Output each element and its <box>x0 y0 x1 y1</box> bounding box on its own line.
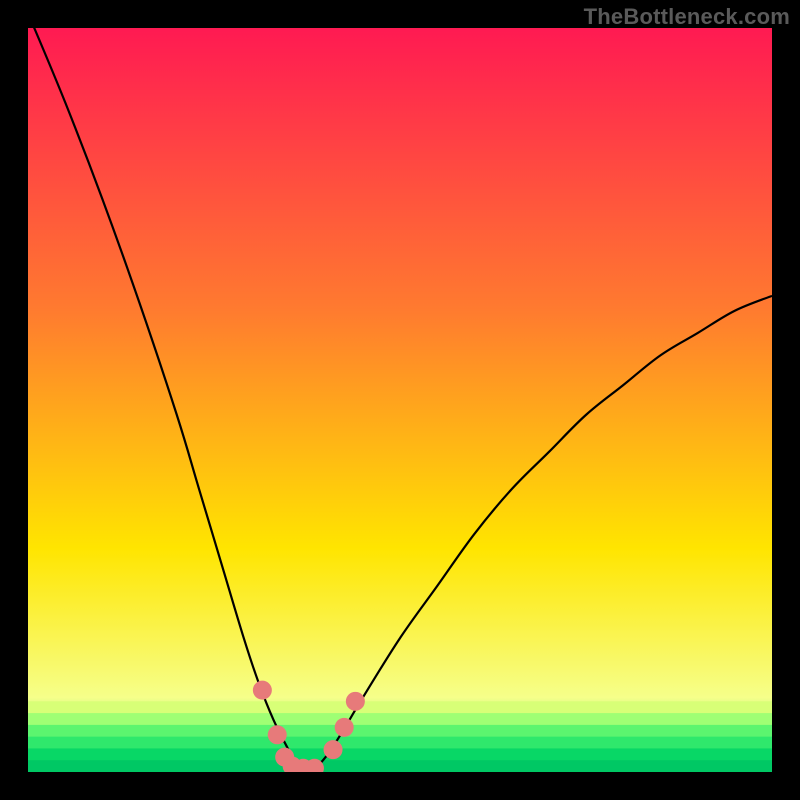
band-stripe <box>28 748 772 760</box>
bottom-color-bands <box>28 701 772 772</box>
chart-plot-area <box>28 28 772 772</box>
marker-dot <box>253 681 272 700</box>
band-stripe <box>28 760 772 772</box>
watermark-text: TheBottleneck.com <box>584 4 790 30</box>
marker-dot <box>335 718 354 737</box>
band-stripe <box>28 725 772 737</box>
marker-dot <box>346 692 365 711</box>
band-stripe <box>28 713 772 725</box>
marker-dot <box>268 725 287 744</box>
chart-frame: TheBottleneck.com <box>0 0 800 800</box>
band-stripe <box>28 701 772 713</box>
band-stripe <box>28 737 772 749</box>
gradient-background <box>28 28 772 772</box>
marker-dot <box>324 740 343 759</box>
chart-svg <box>28 28 772 772</box>
